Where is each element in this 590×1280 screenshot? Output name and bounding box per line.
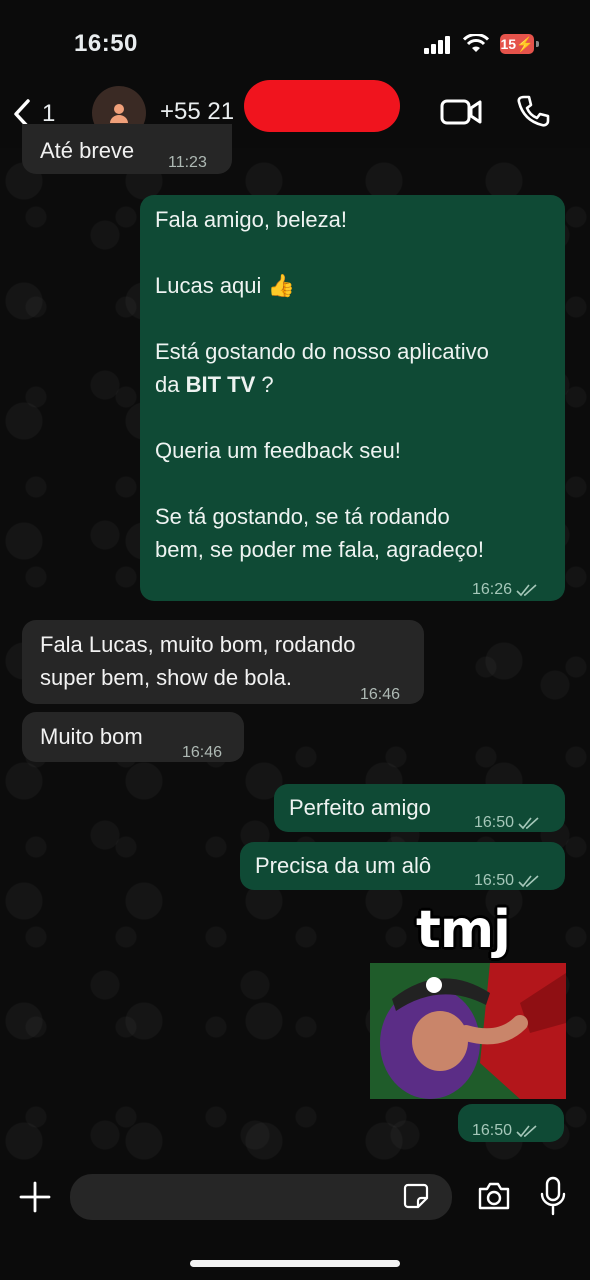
redaction-mark (244, 80, 400, 132)
plus-icon[interactable] (18, 1180, 52, 1214)
message-text: Perfeito amigo (289, 795, 431, 820)
status-bar: 16:50 15⚡ (0, 0, 590, 80)
double-check-icon (516, 1124, 537, 1137)
message-text: Fala amigo, beleza! Lucas aqui 👍 Está go… (155, 207, 489, 562)
status-time: 16:50 (74, 30, 138, 57)
message-incoming[interactable]: Até breve 11:23 (22, 124, 232, 174)
video-call-icon[interactable] (440, 96, 482, 128)
contact-name[interactable]: +55 21 (160, 98, 234, 126)
double-check-icon (518, 874, 539, 887)
battery-tip (536, 41, 539, 47)
message-time: 16:50 (472, 1114, 538, 1147)
message-time: 16:50 (474, 864, 540, 897)
cellular-signal-icon (424, 36, 452, 54)
microphone-icon[interactable] (540, 1176, 566, 1216)
message-outgoing[interactable]: Precisa da um alô 16:50 (240, 842, 565, 890)
battery-level: 15 (500, 36, 517, 52)
message-text: Muito bom (40, 724, 143, 749)
message-time: 16:50 (474, 806, 540, 839)
message-text: Até breve (40, 138, 135, 163)
message-outgoing[interactable]: Perfeito amigo 16:50 (274, 784, 565, 832)
message-text: Fala Lucas, muito bom, rodando super bem… (40, 632, 356, 690)
sticker-image[interactable] (370, 963, 566, 1099)
phone-call-icon[interactable] (516, 94, 550, 128)
person-icon (110, 104, 128, 123)
double-check-icon (516, 583, 537, 596)
message-text: Precisa da um alô (255, 853, 432, 878)
camera-icon[interactable] (476, 1180, 512, 1212)
bold-brand-text: BIT TV (185, 372, 256, 397)
message-time: 16:46 (182, 744, 223, 761)
sticker-caption: tmj (416, 900, 511, 960)
sticker-icon[interactable] (402, 1182, 430, 1210)
wifi-icon (462, 34, 490, 52)
message-incoming[interactable]: Fala Lucas, muito bom, rodando super bem… (22, 620, 424, 704)
battery-icon: 15⚡ (500, 34, 534, 54)
message-time: 16:46 (360, 686, 401, 703)
message-incoming[interactable]: Muito bom 16:46 (22, 712, 244, 762)
home-indicator[interactable] (190, 1260, 400, 1267)
message-time: 11:23 (168, 154, 207, 171)
message-outgoing[interactable]: 16:50 (458, 1104, 564, 1142)
message-time: 16:26 (472, 573, 538, 606)
message-input[interactable] (70, 1174, 452, 1220)
double-check-icon (518, 816, 539, 829)
message-outgoing[interactable]: Fala amigo, beleza! Lucas aqui 👍 Está go… (140, 195, 565, 601)
